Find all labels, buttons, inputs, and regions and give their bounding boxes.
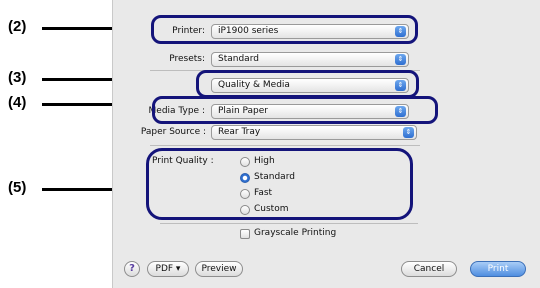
separator-bottom [160,223,418,224]
help-button[interactable]: ? [124,261,140,277]
highlight-printer [151,15,418,44]
cancel-button[interactable]: Cancel [401,261,457,277]
grayscale-checkbox[interactable] [240,229,250,239]
presets-label: Presets: [169,54,205,64]
paper-source-label: Paper Source : [140,127,206,137]
callout-4: (4) [8,94,27,111]
callout-5: (5) [8,179,27,196]
highlight-panel [196,70,419,98]
presets-popup[interactable]: Standard ⇕ [211,52,409,67]
updown-arrows-icon: ⇕ [403,127,414,138]
grayscale-label: Grayscale Printing [254,228,337,238]
presets-value: Standard [218,54,259,64]
paper-source-value: Rear Tray [218,127,261,137]
highlight-print-quality [146,148,413,220]
updown-arrows-icon: ⇕ [395,54,406,65]
callout-2: (2) [8,18,27,35]
preview-button[interactable]: Preview [195,261,243,277]
paper-source-popup[interactable]: Rear Tray ⇕ [211,125,417,140]
print-button[interactable]: Print [470,261,526,277]
pdf-button[interactable]: PDF ▾ [147,261,189,277]
separator-middle [150,145,420,146]
callout-3: (3) [8,69,27,86]
highlight-media-type [152,96,438,124]
